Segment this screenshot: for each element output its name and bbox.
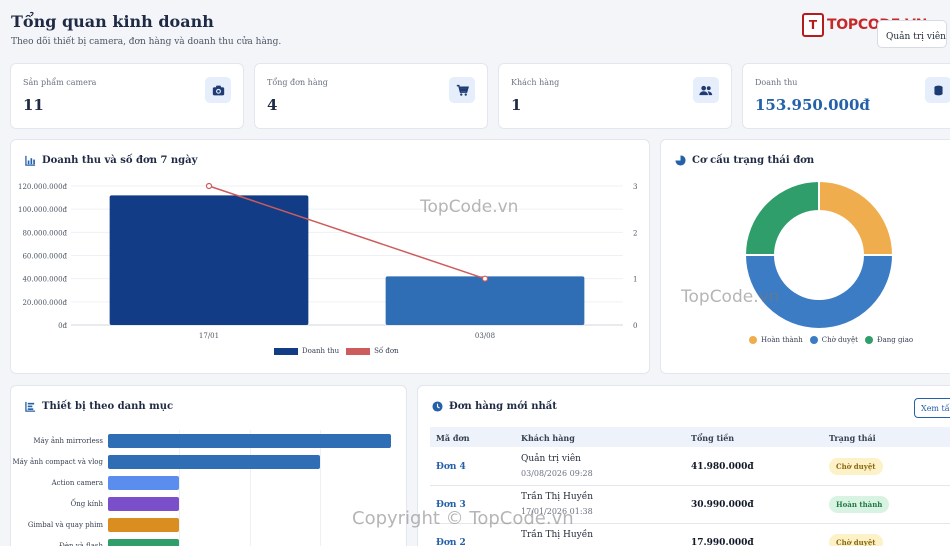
revenue-chart-card: Doanh thu và số đơn 7 ngày 0đ 20.000.000đ…: [10, 139, 650, 374]
kpi-value: 4: [267, 96, 278, 114]
latest-orders-card: Đơn hàng mới nhất Xem tất Mã đơn Khách h…: [417, 385, 950, 546]
order-date: 03/08/2026 09:28: [521, 469, 593, 478]
revenue-bar: [109, 195, 309, 325]
y-right-tick-label: 1: [633, 276, 637, 284]
orders-table-header: Mã đơn Khách hàng Tổng tiền Trạng thái: [430, 427, 950, 447]
y-tick-label: 40.000.000đ: [22, 276, 67, 284]
page-subtitle: Theo dõi thiết bị camera, đơn hàng và do…: [11, 37, 282, 47]
category-label: Đèn và flash: [59, 542, 103, 546]
kpi-card-customers: Khách hàng 1: [498, 63, 732, 129]
y-right-tick-label: 2: [633, 229, 637, 237]
clock-icon: [432, 401, 443, 412]
order-id-link[interactable]: Đơn 2: [436, 538, 466, 546]
y-tick-label: 60.000.000đ: [22, 253, 67, 261]
category-label: Action camera: [51, 479, 103, 487]
col-order-id: Mã đơn: [436, 433, 470, 443]
legend-dot: [749, 336, 757, 344]
order-total: 17.990.000đ: [691, 538, 754, 546]
col-total: Tổng tiền: [691, 433, 735, 443]
x-tick-label: 03/08: [475, 332, 495, 340]
y-tick-label: 100.000.000đ: [18, 206, 68, 214]
category-chart-card: Thiết bị theo danh mục Máy ảnh mirrorles…: [10, 385, 407, 546]
table-row[interactable]: Đơn 3 Trần Thị Huyền 17/01/2026 01:38 30…: [430, 486, 950, 524]
kpi-value: 1: [511, 96, 522, 114]
y-right-tick-label: 3: [633, 183, 637, 191]
orders-title: Đơn hàng mới nhất: [449, 401, 557, 412]
kpi-value: 153.950.000đ: [755, 96, 870, 114]
order-id-link[interactable]: Đơn 4: [436, 462, 466, 472]
table-row[interactable]: Đơn 4 Quản trị viên 03/08/2026 09:28 41.…: [430, 448, 950, 486]
revenue-chart: 0đ 20.000.000đ 40.000.000đ 60.000.000đ 80.00…: [18, 182, 637, 340]
users-icon: [693, 77, 719, 103]
kpi-label: Tổng đơn hàng: [267, 78, 328, 87]
table-row[interactable]: Đơn 2 Trần Thị Huyền 17.990.000đ Chờ duy…: [430, 524, 950, 546]
col-customer: Khách hàng: [521, 433, 575, 443]
customer-name: Trần Thị Huyền: [521, 492, 594, 502]
category-bar: [108, 539, 179, 546]
category-bar: [108, 497, 179, 511]
category-label: Máy ảnh mirrorless: [33, 437, 103, 445]
category-bar: [108, 518, 179, 532]
donut-slice: [743, 179, 820, 256]
cart-icon: [449, 77, 475, 103]
status-badge: Hoàn thành: [829, 496, 890, 513]
category-label: Ống kính: [70, 500, 103, 508]
see-all-button[interactable]: Xem tất: [914, 398, 950, 418]
kpi-card-orders: Tổng đơn hàng 4: [254, 63, 488, 129]
money-icon: [925, 77, 950, 103]
kpi-value: 11: [23, 96, 44, 114]
category-bar: [108, 476, 179, 490]
status-badge: Chờ duyệt: [829, 458, 883, 475]
category-label: Gimbal và quay phim: [27, 521, 103, 529]
category-bar-chart: Máy ảnh mirrorless Máy ảnh compact và vlo…: [11, 386, 408, 546]
orders-point: [481, 275, 489, 282]
legend-label: Số đơn: [374, 347, 399, 355]
status-chart-card: Cơ cấu trạng thái đơn Hoàn thành Chờ duy…: [660, 139, 950, 374]
donut-slice: [818, 179, 895, 256]
order-id-link[interactable]: Đơn 3: [436, 500, 466, 510]
y-tick-label: 0đ: [58, 322, 67, 330]
y-right-tick-label: 0: [633, 322, 637, 330]
status-badge: Chờ duyệt: [829, 534, 883, 546]
kpi-card-products: Sản phẩm camera 11: [10, 63, 244, 129]
page-title: Tổng quan kinh doanh: [11, 12, 214, 31]
legend-dot: [864, 336, 873, 344]
user-menu-button[interactable]: Quản trị viên: [877, 20, 947, 48]
category-bar: [108, 434, 391, 448]
legend-label: Doanh thu: [302, 347, 340, 355]
revenue-bar: [385, 276, 585, 325]
status-legend: Hoàn thành Chờ duyệt Đang giao: [749, 336, 920, 344]
category-bar: [108, 455, 321, 469]
legend-label: Hoàn thành: [761, 336, 803, 344]
logo-mark: T: [802, 13, 825, 37]
legend-swatch: [346, 347, 371, 355]
customer-name: Quản trị viên: [521, 454, 581, 464]
y-tick-label: 20.000.000đ: [22, 299, 67, 307]
customer-name: Trần Thị Huyền: [521, 530, 594, 540]
col-status: Trạng thái: [829, 433, 876, 443]
legend-label: Chờ duyệt: [821, 336, 858, 344]
category-label: Máy ảnh compact và vlog: [12, 458, 103, 466]
legend-label: Đang giao: [876, 336, 914, 344]
legend-dot: [809, 336, 818, 344]
y-tick-label: 120.000.000đ: [18, 183, 68, 191]
kpi-label: Khách hàng: [511, 78, 560, 87]
order-date: 17/01/2026 01:38: [521, 507, 593, 516]
orders-point: [205, 182, 213, 190]
kpi-card-revenue: Doanh thu 153.950.000đ: [742, 63, 950, 129]
kpi-label: Sản phẩm camera: [23, 78, 97, 87]
legend-swatch: [274, 347, 298, 355]
kpi-label: Doanh thu: [755, 78, 798, 87]
order-total: 41.980.000đ: [691, 462, 754, 472]
camera-icon: [205, 77, 231, 103]
y-tick-label: 80.000.000đ: [22, 229, 67, 237]
x-tick-label: 17/01: [199, 332, 219, 340]
order-total: 30.990.000đ: [691, 500, 754, 510]
donut-slice: [743, 254, 895, 330]
revenue-legend: Doanh thu Số đơn: [274, 347, 406, 355]
